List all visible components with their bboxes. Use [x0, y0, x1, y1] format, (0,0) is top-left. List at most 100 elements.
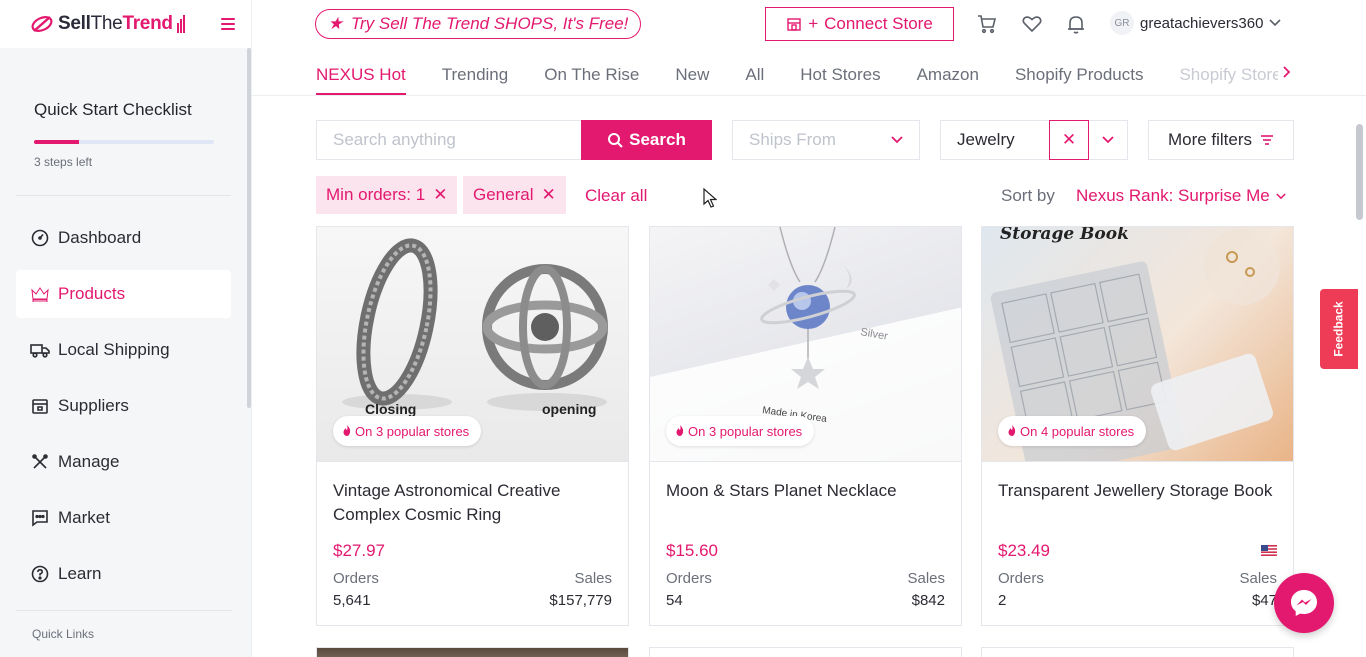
brand-name-part2: The	[90, 13, 123, 34]
sidebar-item-suppliers[interactable]: Suppliers	[16, 382, 231, 430]
search-button[interactable]: Search	[581, 120, 712, 160]
chip-label: General	[473, 185, 534, 204]
sales-label: Sales	[574, 570, 612, 587]
fire-icon	[676, 424, 684, 439]
brand-mark-icon	[31, 16, 53, 32]
chevron-down-icon[interactable]	[1089, 136, 1127, 144]
close-icon[interactable]: ✕	[433, 185, 447, 205]
truck-icon	[30, 340, 50, 360]
clear-category-icon[interactable]: ✕	[1049, 119, 1089, 160]
fire-icon	[1008, 424, 1016, 439]
heart-icon[interactable]	[1021, 13, 1043, 35]
search-input[interactable]	[316, 120, 581, 160]
orders-label: Orders	[333, 570, 379, 587]
tab-shopify-products[interactable]: Shopify Products	[1015, 48, 1144, 95]
tab-new[interactable]: New	[675, 48, 709, 95]
fire-icon	[343, 424, 351, 439]
shops-promo-button[interactable]: ★ Try Sell The Trend SHOPS, It's Free!	[315, 9, 641, 39]
quick-start-checklist[interactable]: Quick Start Checklist 3 steps left	[0, 48, 251, 169]
checklist-progress	[34, 140, 214, 144]
tab-on-the-rise[interactable]: On The Rise	[544, 48, 639, 95]
popular-stores-badge: On 4 popular stores	[998, 416, 1147, 446]
crown-icon	[30, 284, 50, 304]
tab-nexus-hot[interactable]: NEXUS Hot	[316, 48, 406, 95]
connect-store-button[interactable]: + Connect Store	[765, 7, 954, 41]
product-image: Silver Made in Korea On 3 popular stores	[650, 227, 961, 462]
filter-icon	[1261, 135, 1274, 145]
gauge-icon	[30, 228, 50, 248]
tab-amazon[interactable]: Amazon	[917, 48, 979, 95]
badge-label: On 3 popular stores	[355, 423, 470, 439]
filter-chip-min-orders[interactable]: Min orders: 1 ✕	[316, 176, 458, 214]
plus-icon: +	[808, 14, 819, 33]
username: greatachievers360	[1140, 14, 1264, 32]
tools-icon	[30, 452, 50, 472]
sidebar: Sell The Trend Quick Start Checklist 3 ste…	[0, 0, 252, 657]
sidebar-item-market[interactable]: Market	[16, 494, 231, 542]
caption-opening: opening	[542, 401, 596, 417]
brand-logo[interactable]: Sell The Trend	[30, 13, 185, 35]
product-card-next[interactable]	[649, 647, 962, 657]
menu-toggle-icon[interactable]	[221, 18, 235, 30]
caption-closing: Closing	[365, 401, 416, 417]
store-icon	[30, 396, 50, 416]
feedback-tab[interactable]: Feedback	[1320, 289, 1358, 369]
messenger-icon	[1291, 590, 1317, 616]
sidebar-scrollbar[interactable]	[247, 48, 251, 408]
messenger-chat-button[interactable]	[1274, 573, 1334, 633]
sidebar-item-label: Suppliers	[58, 396, 129, 415]
close-icon[interactable]: ✕	[541, 185, 555, 205]
product-card-next[interactable]	[316, 647, 629, 657]
page-scrollbar[interactable]	[1356, 124, 1363, 220]
user-menu[interactable]: GR greatachievers360	[1110, 11, 1281, 35]
sort-select[interactable]: Nexus Rank: Surprise Me	[1076, 186, 1286, 206]
steps-left: 3 steps left	[34, 155, 93, 169]
sidebar-item-manage[interactable]: Manage	[16, 438, 231, 486]
us-flag-icon	[1261, 545, 1277, 556]
store-front-icon	[787, 18, 801, 31]
sidebar-item-learn[interactable]: Learn	[16, 550, 231, 598]
product-card[interactable]: Closing opening On 3 popular stores Vint…	[316, 226, 629, 626]
sidebar-divider	[16, 195, 231, 196]
filter-chip-general[interactable]: General ✕	[463, 176, 566, 214]
sidebar-divider-bottom	[16, 610, 232, 611]
product-name: Transparent Jewellery Storage Book	[998, 481, 1273, 500]
product-price: $27.97	[333, 541, 385, 560]
mouse-cursor-icon	[703, 188, 717, 208]
product-name: Moon & Stars Planet Necklace	[666, 481, 897, 500]
more-filters-button[interactable]: More filters	[1148, 120, 1294, 160]
product-card-next[interactable]	[981, 647, 1294, 657]
category-select[interactable]: Jewelry ✕	[940, 119, 1128, 160]
chevron-down-icon	[1275, 192, 1286, 199]
product-price: $23.49	[998, 541, 1050, 560]
cart-icon[interactable]	[976, 13, 998, 35]
product-card[interactable]: Storage Book On 4 popular stores Transpa…	[981, 226, 1294, 626]
feedback-label: Feedback	[1332, 301, 1347, 357]
bell-icon[interactable]	[1065, 13, 1087, 35]
tab-trending[interactable]: Trending	[442, 48, 508, 95]
sidebar-item-products[interactable]: Products	[16, 270, 231, 318]
product-image: Closing opening On 3 popular stores	[317, 227, 628, 462]
top-bar: ★ Try Sell The Trend SHOPS, It's Free! +…	[252, 0, 1366, 48]
sales-label: Sales	[1239, 570, 1277, 587]
ships-from-select[interactable]: Ships From	[732, 120, 920, 160]
sidebar-item-label: Manage	[58, 452, 120, 471]
tabs-divider	[252, 95, 1366, 96]
chat-icon	[30, 508, 50, 528]
bars-icon	[176, 15, 185, 33]
sidebar-item-local-shipping[interactable]: Local Shipping	[16, 326, 231, 374]
sidebar-item-label: Learn	[58, 564, 102, 583]
tab-all[interactable]: All	[745, 48, 764, 95]
clear-all-link[interactable]: Clear all	[585, 186, 647, 206]
search-icon	[608, 133, 623, 148]
sales-value: $157,779	[549, 592, 612, 609]
sidebar-item-dashboard[interactable]: Dashboard	[16, 214, 231, 262]
sidebar-item-label: Local Shipping	[58, 340, 170, 359]
product-card[interactable]: Silver Made in Korea On 3 popular stores…	[649, 226, 962, 626]
tabs-next-icon[interactable]	[1278, 63, 1294, 81]
tab-hot-stores[interactable]: Hot Stores	[800, 48, 880, 95]
chevron-down-icon	[891, 136, 903, 144]
brand-name-part1: Sell	[58, 13, 91, 34]
sidebar-nav: Dashboard Products Local Shipping Suppli…	[0, 214, 251, 598]
tab-shopify-stores[interactable]: Shopify Stores	[1179, 48, 1290, 95]
